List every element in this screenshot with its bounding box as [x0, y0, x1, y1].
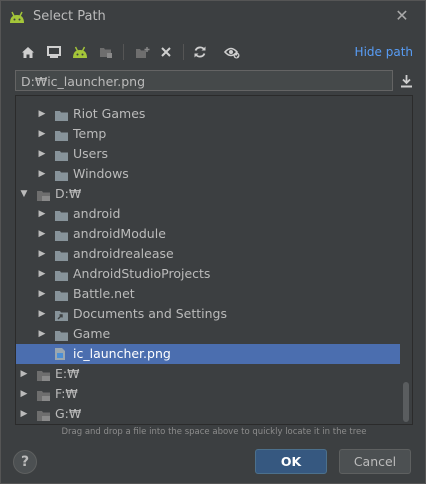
toolbar-separator: [183, 44, 184, 60]
tree-item-label: D:₩: [55, 186, 82, 201]
tree-folder-row[interactable]: ▶ AndroidStudioProjects: [16, 264, 400, 284]
help-button[interactable]: ?: [13, 450, 37, 474]
scrollbar-thumb[interactable]: [403, 382, 409, 422]
folder-icon: [54, 248, 69, 261]
collapsed-arrow-icon[interactable]: ▶: [18, 364, 30, 384]
tree-item-label: Battle.net: [73, 286, 135, 301]
android-icon: [8, 9, 26, 25]
tree-file-row[interactable]: ic_launcher.png: [16, 344, 400, 364]
tree-folder-row[interactable]: ▶ android: [16, 204, 400, 224]
cancel-button[interactable]: Cancel: [339, 449, 411, 474]
folder-icon: [54, 288, 69, 301]
tree-item-label: Documents and Settings: [73, 306, 228, 321]
drive-icon: [36, 188, 51, 201]
tree-item-label: Riot Games: [73, 106, 146, 121]
new-folder-icon[interactable]: [131, 41, 153, 63]
image-file-icon: [54, 347, 69, 360]
drag-drop-hint: Drag and drop a file into the space abov…: [61, 427, 367, 437]
tree-item-label: AndroidStudioProjects: [73, 266, 211, 281]
desktop-icon[interactable]: [43, 41, 65, 63]
tree-drive-row[interactable]: ▶ F:₩: [16, 384, 400, 404]
tree-folder-row[interactable]: ▶ androidrealease: [16, 244, 400, 264]
home-icon[interactable]: [17, 41, 39, 63]
tree-item-label: androidrealease: [73, 246, 174, 261]
drive-icon: [36, 388, 51, 401]
tree-item-label: F:₩: [55, 386, 78, 401]
tree-folder-row[interactable]: ▶ Windows: [16, 164, 400, 184]
file-tree[interactable]: ▶ Riot Games ▶ Temp ▶ Users ▶ Windows ▼ D:₩ ▶ andro…: [15, 95, 413, 425]
tree-folder-row[interactable]: ▶ Riot Games: [16, 104, 400, 124]
dialog-title: Select Path: [33, 9, 106, 24]
tree-folder-row[interactable]: ▶ androidModule: [16, 224, 400, 244]
path-input[interactable]: D:₩ic_launcher.png: [15, 70, 393, 91]
tree-drive-row[interactable]: ▼ D:₩: [16, 184, 400, 204]
select-path-dialog: Select Path ✕ Hide path D:₩ic_launcher.p…: [0, 0, 426, 484]
show-hidden-icon[interactable]: [221, 41, 243, 63]
module-icon[interactable]: [95, 41, 117, 63]
tree-item-label: Users: [73, 146, 109, 161]
toolbar-separator: [123, 44, 124, 60]
tree-item-label: E:₩: [55, 366, 80, 381]
tree-item-label: android: [73, 206, 121, 221]
title-bar: Select Path ✕: [1, 1, 425, 33]
folder-icon: [54, 128, 69, 141]
folder-icon: [54, 148, 69, 161]
folder-icon: [54, 268, 69, 281]
tree-folder-row[interactable]: ▶ Documents and Settings: [16, 304, 400, 324]
tree-folder-row[interactable]: ▶ Temp: [16, 124, 400, 144]
folder-icon: [54, 168, 69, 181]
collapsed-arrow-icon[interactable]: ▶: [36, 244, 48, 264]
collapsed-arrow-icon[interactable]: ▶: [36, 284, 48, 304]
tree-folder-row[interactable]: ▶ Battle.net: [16, 284, 400, 304]
tree-item-label: Windows: [73, 166, 129, 181]
folder-icon: [54, 208, 69, 221]
collapsed-arrow-icon[interactable]: ▶: [36, 324, 48, 344]
tree-folder-row[interactable]: ▶ Game: [16, 324, 400, 344]
tree-item-label: Temp: [73, 126, 107, 141]
hide-path-link[interactable]: Hide path: [355, 45, 413, 59]
tree-item-label: androidModule: [73, 226, 166, 241]
ok-button[interactable]: OK: [255, 449, 327, 474]
refresh-icon[interactable]: [189, 41, 211, 63]
tree-folder-row[interactable]: ▶ Users: [16, 144, 400, 164]
folder-icon: [54, 228, 69, 241]
collapsed-arrow-icon[interactable]: ▶: [18, 384, 30, 404]
download-icon[interactable]: [397, 71, 415, 91]
drive-icon: [36, 408, 51, 421]
collapsed-arrow-icon[interactable]: ▶: [36, 164, 48, 184]
collapsed-arrow-icon[interactable]: ▶: [36, 204, 48, 224]
tree-item-label: Game: [73, 326, 111, 341]
tree-item-label: G:₩: [55, 406, 82, 421]
tree-item-label: ic_launcher.png: [73, 346, 171, 361]
collapsed-arrow-icon[interactable]: ▶: [36, 104, 48, 124]
folder-icon: [54, 108, 69, 121]
folder-icon: [54, 328, 69, 341]
tree-drive-row[interactable]: ▶ E:₩: [16, 364, 400, 384]
collapsed-arrow-icon[interactable]: ▶: [36, 304, 48, 324]
collapsed-arrow-icon[interactable]: ▶: [36, 224, 48, 244]
collapsed-arrow-icon[interactable]: ▶: [36, 144, 48, 164]
collapsed-arrow-icon[interactable]: ▶: [18, 404, 30, 424]
scrollbar-track[interactable]: [402, 96, 411, 424]
android-project-icon[interactable]: [69, 41, 91, 63]
delete-icon[interactable]: [155, 41, 177, 63]
folder-link-icon: [54, 308, 69, 321]
close-button[interactable]: ✕: [393, 7, 411, 25]
drive-icon: [36, 368, 51, 381]
tree-drive-row[interactable]: ▶ G:₩: [16, 404, 400, 424]
collapsed-arrow-icon[interactable]: ▶: [36, 264, 48, 284]
collapsed-arrow-icon[interactable]: ▶: [36, 124, 48, 144]
expanded-arrow-icon[interactable]: ▼: [18, 184, 30, 204]
